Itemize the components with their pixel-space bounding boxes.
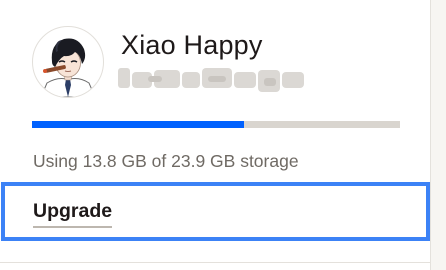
anime-avatar-icon — [40, 38, 96, 97]
user-email-obscured — [118, 66, 308, 94]
storage-progress-fill — [32, 121, 245, 128]
divider — [0, 262, 431, 263]
upgrade-button[interactable]: Upgrade — [1, 182, 430, 241]
user-name: Xiao Happy — [121, 30, 263, 60]
avatar[interactable] — [32, 26, 104, 98]
scrollbar-gutter — [431, 0, 446, 270]
account-menu-panel: Xiao Happy Using 13.8 GB of 23.9 GB stor… — [0, 0, 446, 270]
storage-usage-text: Using 13.8 GB of 23.9 GB storage — [33, 151, 299, 171]
storage-progress-bar — [32, 121, 400, 128]
upgrade-label: Upgrade — [33, 200, 113, 228]
